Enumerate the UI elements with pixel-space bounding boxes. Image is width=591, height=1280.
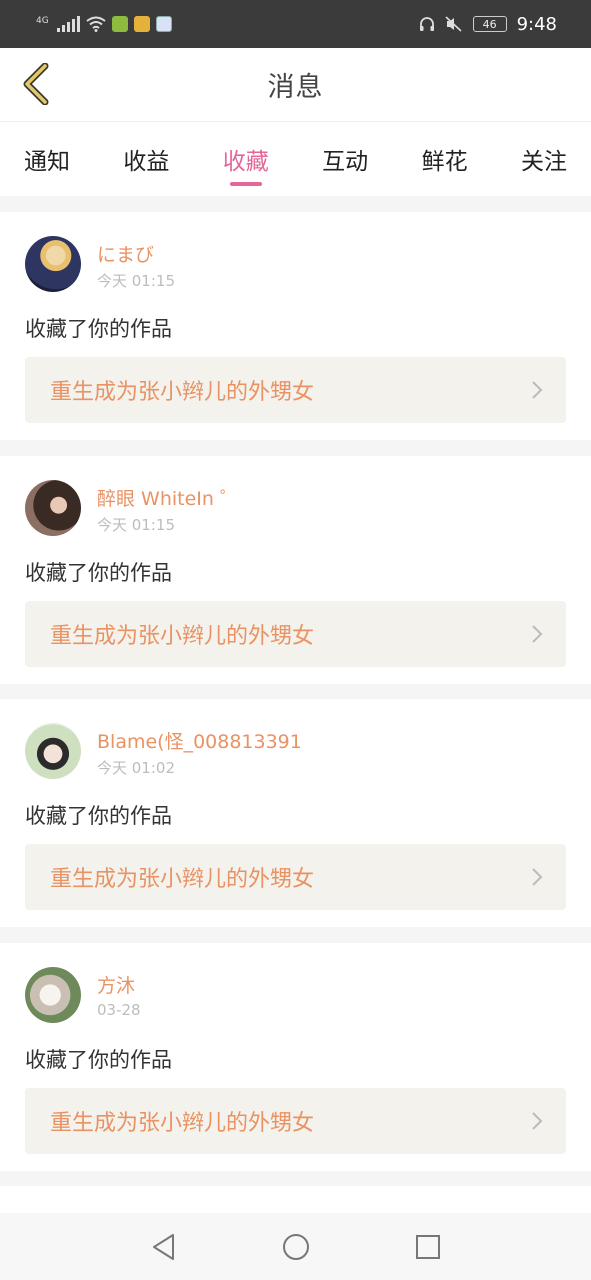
avatar[interactable]: [25, 480, 81, 536]
app-notification-icon: [111, 16, 128, 32]
message-card: 方沐 03-28 收藏了你的作品 重生成为张小辫儿的外甥女: [0, 943, 591, 1171]
status-time: 9:48: [516, 13, 557, 35]
back-button[interactable]: [14, 62, 58, 106]
avatar[interactable]: [25, 236, 81, 292]
battery-icon: 46: [472, 16, 507, 32]
message-time: 今天 01:02: [97, 759, 175, 777]
wifi-icon: [86, 16, 106, 32]
work-title: 重生成为张小辫儿的外甥女: [50, 380, 315, 405]
back-triangle-icon: [152, 1233, 174, 1260]
chevron-right-icon: [532, 868, 543, 886]
tab-flowers[interactable]: 鲜花: [422, 134, 468, 184]
mute-icon: [445, 16, 462, 32]
system-nav-bar: [0, 1213, 591, 1280]
avatar[interactable]: [25, 723, 81, 779]
app-notification-icon-3: [155, 16, 172, 32]
network-label: 4G: [36, 16, 49, 26]
tab-notifications[interactable]: 通知: [24, 134, 70, 184]
page-title: 消息: [267, 72, 324, 103]
home-circle-icon: [282, 1233, 309, 1260]
message-card: にまび 今天 01:15 收藏了你的作品 重生成为张小辫儿的外甥女: [0, 212, 591, 440]
username[interactable]: 醉眼 WhiteIn ゜: [97, 484, 239, 511]
work-link[interactable]: 重生成为张小辫儿的外甥女: [25, 601, 566, 667]
action-text: 收藏了你的作品: [25, 317, 172, 341]
username[interactable]: にまび: [97, 240, 154, 267]
nav-back-button[interactable]: [142, 1225, 186, 1269]
work-title: 重生成为张小辫儿的外甥女: [50, 624, 315, 649]
tab-earnings[interactable]: 收益: [123, 134, 169, 184]
status-bar: 4G 46 9:48: [0, 0, 591, 48]
chevron-right-icon: [532, 625, 543, 643]
signal-icon: [56, 16, 80, 32]
status-right: 46 9:48: [419, 14, 557, 35]
tab-favorites[interactable]: 收藏: [223, 134, 269, 186]
work-title: 重生成为张小辫儿的外甥女: [50, 1111, 315, 1136]
header-bar: 消息: [0, 48, 591, 122]
message-time: 今天 01:15: [97, 516, 175, 534]
username[interactable]: 方沐: [97, 971, 135, 998]
avatar[interactable]: [25, 967, 81, 1023]
action-text: 收藏了你的作品: [25, 1048, 172, 1072]
message-card: Blame(怪_008813391 今天 01:02 收藏了你的作品 重生成为张…: [0, 699, 591, 927]
chevron-right-icon: [532, 381, 543, 399]
app-notification-icon-2: [133, 16, 150, 32]
action-text: 收藏了你的作品: [25, 804, 172, 828]
work-title: 重生成为张小辫儿的外甥女: [50, 867, 315, 892]
work-link[interactable]: 重生成为张小辫儿的外甥女: [25, 357, 566, 423]
username[interactable]: Blame(怪_008813391: [97, 727, 302, 754]
message-time: 今天 01:15: [97, 272, 175, 290]
headphone-icon: [419, 17, 434, 31]
status-left: 4G: [36, 16, 172, 32]
message-card: 醉眼 WhiteIn ゜ 今天 01:15 收藏了你的作品 重生成为张小辫儿的外…: [0, 456, 591, 684]
tab-bar: 通知 收益 收藏 互动 鲜花 关注: [0, 122, 591, 196]
message-time: 03-28: [97, 1001, 141, 1019]
tab-interactions[interactable]: 互动: [322, 134, 368, 184]
nav-home-button[interactable]: [274, 1225, 318, 1269]
nav-recents-button[interactable]: [406, 1225, 450, 1269]
work-link[interactable]: 重生成为张小辫儿的外甥女: [25, 844, 566, 910]
work-link[interactable]: 重生成为张小辫儿的外甥女: [25, 1088, 566, 1154]
action-text: 收藏了你的作品: [25, 561, 172, 585]
chevron-right-icon: [532, 1112, 543, 1130]
chevron-left-icon: [23, 63, 49, 105]
tab-follows[interactable]: 关注: [521, 134, 567, 184]
recents-square-icon: [415, 1234, 440, 1259]
